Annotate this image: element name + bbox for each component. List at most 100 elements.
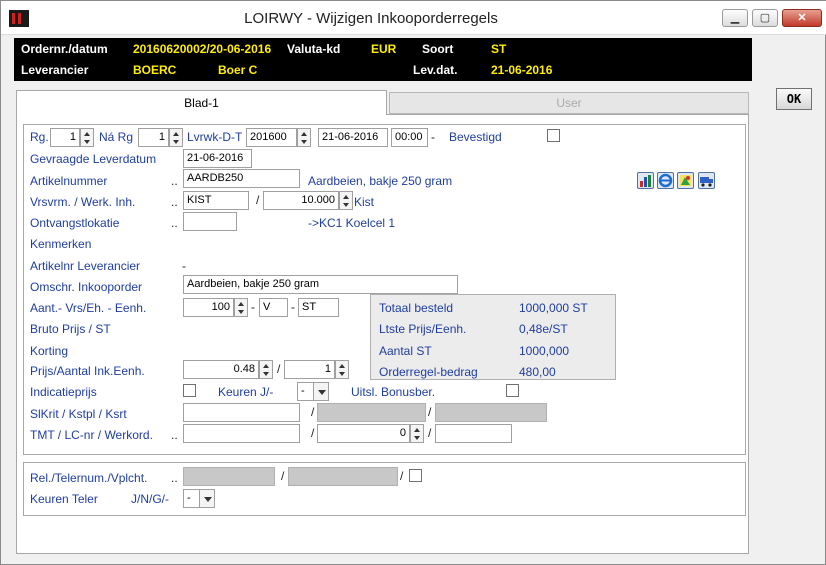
internet-explorer-icon[interactable] (657, 172, 674, 189)
leverancier-label: Leverancier (21, 63, 89, 77)
leverancier-name: Boer C (218, 63, 258, 77)
lvrwk-spinner[interactable] (297, 128, 311, 147)
aantal-st-label: Aantal ST (379, 344, 432, 358)
werk-inh-unit: Kist (354, 195, 375, 209)
aant-spinner[interactable] (234, 298, 248, 317)
rel-slash-2: / (400, 469, 404, 483)
tmt-slash-1: / (311, 426, 315, 440)
levdat-value: 21-06-2016 (491, 63, 553, 77)
omschr-inkooporder-field[interactable]: Aardbeien, bakje 250 gram (183, 275, 458, 294)
slkrit-field[interactable] (183, 403, 300, 422)
slkrit-label: SlKrit / Kstpl / Ksrt (30, 407, 127, 421)
close-icon: ✕ (797, 12, 807, 24)
artikelnummer-lookup-dots[interactable]: .. (171, 174, 178, 188)
artikelnummer-label: Artikelnummer (30, 174, 108, 188)
aant-vrs-field[interactable]: V (259, 298, 288, 317)
soort-value: ST (491, 42, 507, 56)
artikelnummer-field[interactable]: AARDB250 (183, 169, 300, 188)
orderregel-bedrag-label: Orderregel-bedrag (379, 365, 478, 379)
bevestigd-label: Bevestigd (449, 130, 502, 144)
aant-dash-2: - (291, 300, 295, 314)
ontvangstlokatie-label: Ontvangstlokatie (30, 216, 120, 230)
orderregel-bedrag-value: 480,00 (519, 365, 556, 379)
na-rg-spinner[interactable] (169, 128, 183, 147)
aant-field[interactable]: 100 (183, 298, 234, 317)
keuren-teler-dropdown-button[interactable] (199, 489, 215, 508)
prijs-field[interactable]: 0.48 (183, 360, 259, 379)
indicatieprijs-checkbox[interactable] (183, 384, 196, 397)
vrsvrm-label: Vrsvrm. / Werk. Inh. (30, 195, 136, 209)
soort-label: Soort (422, 42, 454, 56)
slkrit-slash-2: / (428, 405, 432, 419)
image-editor-icon[interactable] (677, 172, 694, 189)
levdat-label: Lev.dat. (413, 63, 458, 77)
werk-inh-spinner[interactable] (339, 191, 353, 210)
artikel-description: Aardbeien, bakje 250 gram (308, 174, 453, 188)
korting-label: Korting (30, 344, 69, 358)
aant-label: Aant.- Vrs/Eh. - Eenh. (30, 301, 147, 315)
indicatieprijs-label: Indicatieprijs (30, 385, 97, 399)
ontvangstlokatie-description: ->KC1 Koelcel 1 (308, 216, 396, 230)
prijs-slash: / (277, 362, 281, 376)
ksrt-field (435, 403, 547, 422)
lvrwk-week-field[interactable]: 201600 (246, 128, 297, 147)
bevestigd-checkbox[interactable] (547, 129, 560, 142)
title-bar: LOIRWY - Wijzigen Inkooporderregels ▁ ▢ … (1, 1, 826, 35)
tmt-field[interactable] (183, 424, 300, 443)
maximize-icon: ▢ (759, 12, 771, 24)
prijs-aantal-label: Prijs/Aantal Ink.Eenh. (30, 364, 145, 378)
rel-lookup-dots[interactable]: .. (171, 471, 178, 485)
leverancier-code: BOERC (133, 63, 177, 77)
chart-icon[interactable] (637, 172, 654, 189)
tab-blad-1[interactable]: Blad-1 (16, 90, 387, 115)
kenmerken-label: Kenmerken (30, 237, 92, 251)
truck-icon[interactable] (698, 172, 715, 189)
maximize-button[interactable]: ▢ (752, 9, 778, 27)
werk-inh-field[interactable]: 10.000 (263, 191, 339, 210)
rg-field[interactable]: 1 (50, 128, 80, 147)
tmt-lookup-dots[interactable]: .. (171, 428, 178, 442)
totaal-besteld-value: 1000,000 ST (519, 301, 588, 315)
rg-spinner[interactable] (80, 128, 94, 147)
lcnr-spinner[interactable] (410, 424, 424, 443)
aantal-st-value: 1000,000 (519, 344, 570, 358)
uitsl-bonusber-checkbox[interactable] (506, 384, 519, 397)
prijs-spinner[interactable] (259, 360, 273, 379)
na-rg-field[interactable]: 1 (138, 128, 169, 147)
window-title: LOIRWY - Wijzigen Inkooporderregels (244, 10, 498, 27)
bruto-prijs-label: Bruto Prijs / ST (30, 322, 111, 336)
ordernr-value: 20160620002/20-06-2016 (133, 42, 272, 56)
prijs-aantal-field[interactable]: 1 (284, 360, 335, 379)
prijs-aantal-spinner[interactable] (335, 360, 349, 379)
keuren-teler-select-value[interactable]: - (183, 489, 200, 508)
ordernr-label: Ordernr./datum (21, 42, 108, 56)
minimize-icon: ▁ (730, 12, 740, 24)
ontvangstlokatie-field[interactable] (183, 212, 237, 231)
vrsvrm-lookup-dots[interactable]: .. (171, 195, 178, 209)
keuren-dropdown-button[interactable] (313, 382, 329, 401)
rel-slash-1: / (281, 469, 285, 483)
vrsvrm-field[interactable]: KIST (183, 191, 249, 210)
close-button[interactable]: ✕ (782, 9, 822, 27)
tab-user[interactable]: User (389, 92, 749, 114)
lcnr-field[interactable]: 0 (317, 424, 410, 443)
ok-button[interactable]: OK (776, 88, 812, 110)
ltste-prijs-value: 0,48e/ST (519, 322, 568, 336)
rel-telernum-label: Rel./Telernum./Vplcht. (30, 471, 148, 485)
aant-eenh-field[interactable]: ST (298, 298, 339, 317)
vplcht-checkbox[interactable] (409, 469, 422, 482)
slkrit-slash-1: / (311, 405, 315, 419)
werkord-field[interactable] (435, 424, 512, 443)
telernum-field (288, 467, 398, 486)
keuren-select-value[interactable]: - (297, 382, 314, 401)
gevraagde-leverdatum-field[interactable]: 21-06-2016 (183, 149, 252, 168)
lvrwk-time-field[interactable]: 00:00 (391, 128, 428, 147)
kstpl-field (317, 403, 426, 422)
lvrwk-date-field[interactable]: 21-06-2016 (318, 128, 388, 147)
valuta-label: Valuta-kd (287, 42, 341, 56)
ontvangstlokatie-lookup-dots[interactable]: .. (171, 216, 178, 230)
minimize-button[interactable]: ▁ (722, 9, 748, 27)
artikelnr-leverancier-label: Artikelnr Leverancier (30, 259, 141, 273)
vrsvrm-slash: / (256, 193, 260, 207)
keuren-teler-label: Keuren Teler (30, 492, 98, 506)
